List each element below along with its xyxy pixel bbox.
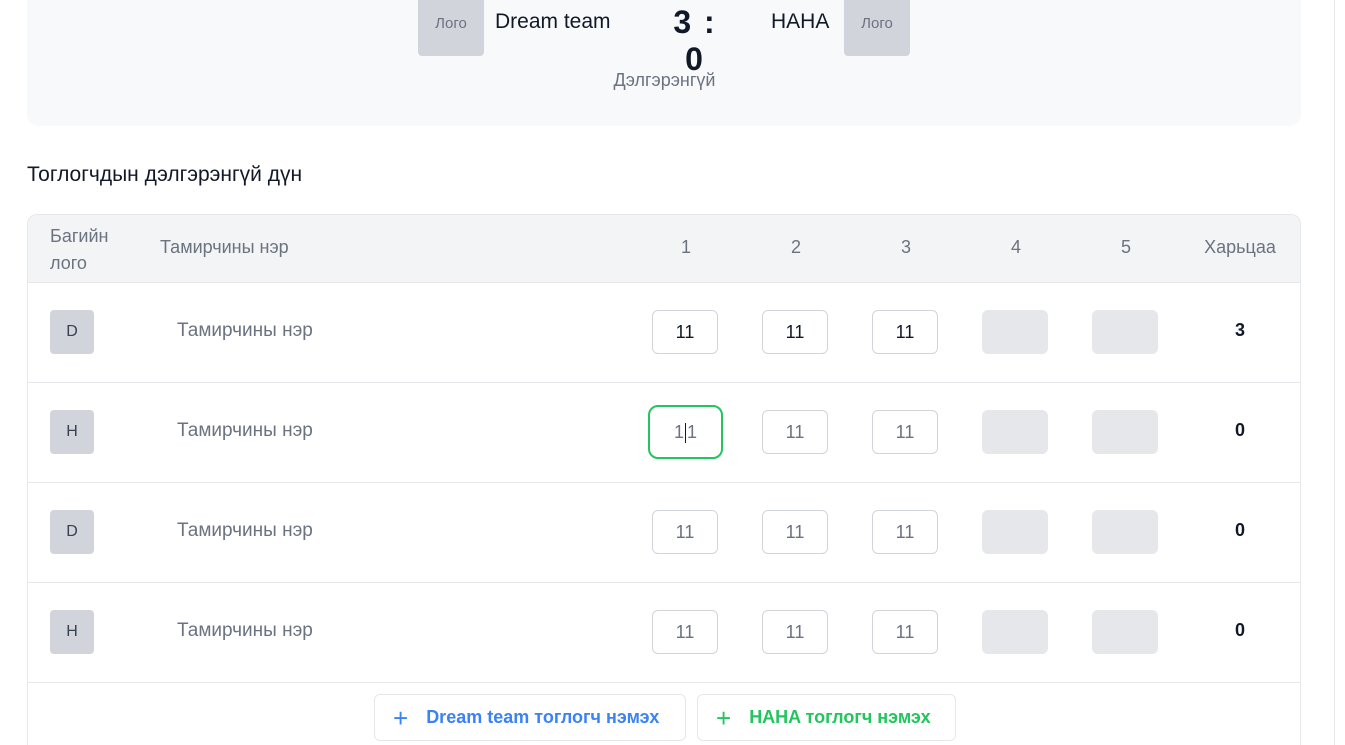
header-set-1: 1: [680, 237, 691, 257]
set-3-input[interactable]: 11: [872, 610, 938, 654]
team-badge: D: [50, 310, 94, 354]
page: Лого Dream team 3 : 0 HAHA Лого Дэлгэрэн…: [0, 0, 1345, 745]
set-1-input[interactable]: 11: [652, 310, 718, 354]
away-team-name: HAHA: [771, 10, 830, 33]
player-name: Тамирчины нэр: [177, 620, 313, 641]
set-2-input[interactable]: 11: [762, 310, 828, 354]
set-5-input[interactable]: [1092, 310, 1158, 354]
team-badge: H: [50, 610, 94, 654]
team-badge: H: [50, 410, 94, 454]
set-5-input[interactable]: [1092, 610, 1158, 654]
set-4-input[interactable]: [982, 510, 1048, 554]
ratio-value: 3: [1234, 320, 1245, 340]
player-name: Тамирчины нэр: [177, 520, 313, 541]
set-5-input[interactable]: [1092, 410, 1158, 454]
match-score-card: Лого Dream team 3 : 0 HAHA Лого Дэлгэрэн…: [27, 0, 1301, 126]
add-home-player-label: Dream team тоглогч нэмэх: [426, 707, 660, 727]
header-set-5: 5: [1120, 237, 1131, 257]
home-team-logo: Лого: [418, 0, 484, 56]
set-2-input[interactable]: 11: [762, 510, 828, 554]
home-team-name: Dream team: [495, 10, 611, 33]
ratio-value: 0: [1234, 620, 1245, 640]
set-1-input[interactable]: 11: [652, 510, 718, 554]
set-2-input[interactable]: 11: [762, 410, 828, 454]
player-name: Тамирчины нэр: [177, 420, 313, 441]
header-team-logo: Багийн лого: [50, 226, 109, 273]
scrollbar-track[interactable]: [1334, 0, 1335, 745]
section-title: Тоглогчдын дэлгэрэнгүй дүн: [27, 163, 303, 186]
add-home-player-button[interactable]: + Dream team тоглогч нэмэх: [374, 694, 686, 741]
header-set-4: 4: [1010, 237, 1021, 257]
ratio-value: 0: [1234, 420, 1245, 440]
header-set-3: 3: [900, 237, 911, 257]
set-1-value-first-digit: 1: [673, 422, 684, 442]
set-5-input[interactable]: [1092, 510, 1158, 554]
set-1-value-rest: 1: [687, 422, 698, 442]
set-1-input[interactable]: 11: [652, 610, 718, 654]
header-set-2: 2: [790, 237, 801, 257]
table-header: Багийн лого Тамирчины нэр 1 2 3 4 5 Харь…: [28, 215, 1300, 283]
table-row: H Тамирчины нэр 11 11 11 0: [28, 582, 1300, 683]
text-cursor: [685, 423, 686, 444]
set-2-input[interactable]: 11: [762, 610, 828, 654]
match-score: 3 : 0: [673, 4, 717, 77]
away-team-logo: Лого: [844, 0, 910, 56]
set-3-input[interactable]: 11: [872, 510, 938, 554]
set-3-input[interactable]: 11: [872, 410, 938, 454]
plus-icon: +: [393, 702, 409, 733]
header-player-name: Тамирчины нэр: [160, 237, 289, 257]
add-away-player-button[interactable]: + HAHA тоглогч нэмэх: [697, 694, 956, 741]
team-badge: D: [50, 510, 94, 554]
set-4-input[interactable]: [982, 410, 1048, 454]
add-away-player-label: HAHA тоглогч нэмэх: [749, 707, 931, 727]
plus-icon: +: [716, 702, 732, 733]
set-3-input[interactable]: 11: [872, 310, 938, 354]
player-results-table: Багийн лого Тамирчины нэр 1 2 3 4 5 Харь…: [27, 214, 1301, 745]
table-row: H Тамирчины нэр 11 11 11 0: [28, 382, 1300, 483]
details-link[interactable]: Дэлгэрэнгүй: [0, 70, 1329, 91]
set-4-input[interactable]: [982, 610, 1048, 654]
player-name: Тамирчины нэр: [177, 320, 313, 341]
set-1-input-focused[interactable]: 11: [648, 405, 723, 459]
set-4-input[interactable]: [982, 310, 1048, 354]
ratio-value: 0: [1234, 520, 1245, 540]
header-ratio: Харьцаа: [1204, 237, 1276, 257]
table-row: D Тамирчины нэр 11 11 11 0: [28, 482, 1300, 583]
table-row: D Тамирчины нэр 11 11 11 3: [28, 282, 1300, 383]
